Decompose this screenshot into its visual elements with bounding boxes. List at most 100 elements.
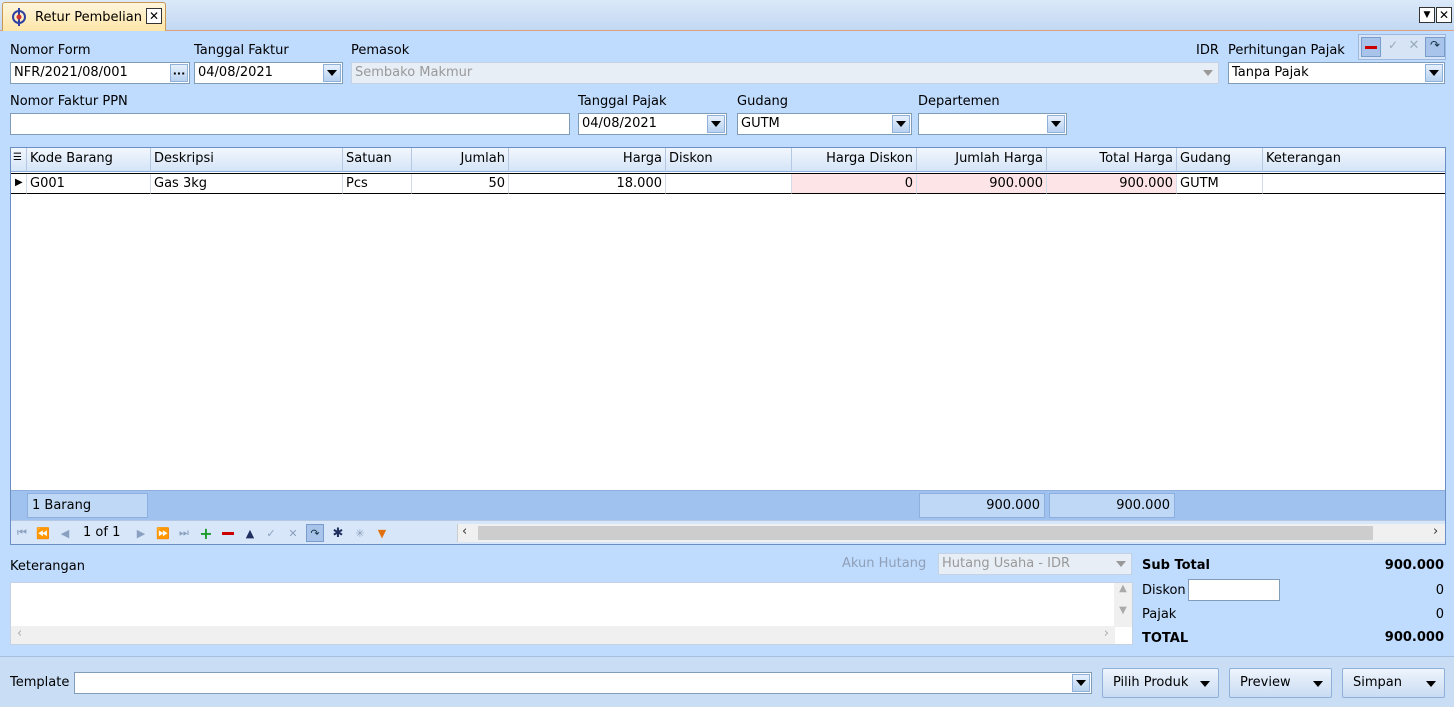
chevron-down-icon[interactable]	[323, 64, 341, 82]
browse-button[interactable]: ···	[170, 64, 188, 82]
app-icon	[12, 8, 26, 26]
chevron-down-icon[interactable]	[1112, 555, 1130, 573]
chevron-down-icon[interactable]	[1199, 64, 1217, 82]
close-window-icon[interactable]: ✕	[1436, 7, 1452, 23]
chevron-down-icon[interactable]	[1072, 674, 1090, 692]
scroll-right-icon[interactable]: ›	[1433, 524, 1438, 539]
col-satuan[interactable]: Satuan	[343, 148, 412, 172]
cancel-row-icon[interactable]: ✕	[284, 524, 302, 542]
refresh-row-icon[interactable]: ↷	[306, 524, 324, 542]
next-page-icon[interactable]: ⏩	[154, 524, 172, 542]
chevron-down-icon[interactable]	[892, 115, 910, 133]
diskon-label: Diskon	[1142, 583, 1186, 598]
chevron-down-icon[interactable]	[1425, 64, 1443, 82]
pilih-produk-button[interactable]: Pilih Produk	[1102, 668, 1219, 698]
chevron-down-icon[interactable]	[707, 115, 725, 133]
first-page-icon[interactable]: ⏮	[13, 524, 31, 542]
template-select[interactable]	[74, 672, 1092, 694]
col-jumlah[interactable]: Jumlah	[412, 148, 509, 172]
tanggal-faktur-label: Tanggal Faktur	[194, 43, 289, 58]
diskon-input[interactable]	[1188, 579, 1280, 601]
cell-total-harga: 900.000	[1047, 174, 1177, 194]
tanggal-faktur-input[interactable]: 04/08/2021	[194, 62, 343, 84]
simpan-label: Simpan	[1353, 675, 1402, 690]
gudang-select[interactable]: GUTM	[737, 113, 912, 135]
scroll-left-icon[interactable]: ‹	[462, 524, 467, 539]
tanggal-pajak-value: 04/08/2021	[582, 116, 657, 131]
close-tab-icon[interactable]: ✕	[146, 8, 162, 24]
chevron-down-icon	[1426, 681, 1436, 687]
sub-total-label: Sub Total	[1142, 558, 1210, 573]
delete-record-icon[interactable]	[1361, 37, 1381, 57]
tanggal-pajak-input[interactable]: 04/08/2021	[578, 113, 727, 135]
next-record-icon[interactable]: ▶	[132, 524, 150, 542]
scrollbar-thumb[interactable]	[478, 526, 1373, 540]
keterangan-textarea[interactable]: ▲ ▼ ‹ ›	[10, 582, 1133, 645]
col-total-harga[interactable]: Total Harga	[1047, 148, 1177, 172]
vertical-scrollbar[interactable]: ▲ ▼	[1114, 583, 1132, 627]
bookmark-icon[interactable]: ▼	[373, 524, 391, 542]
total-label: TOTAL	[1142, 631, 1189, 646]
col-harga-diskon[interactable]: Harga Diskon	[792, 148, 917, 172]
table-row[interactable]: ▶ G001 Gas 3kg Pcs 50 18.000 0 900.000 9…	[11, 173, 1445, 194]
horizontal-scrollbar[interactable]: ‹ ›	[457, 524, 1445, 542]
col-kode-barang[interactable]: Kode Barang	[27, 148, 151, 172]
last-page-icon[interactable]: ⏭	[175, 524, 193, 542]
akun-hutang-select[interactable]: Hutang Usaha - IDR	[938, 553, 1132, 575]
textarea-horizontal-scrollbar[interactable]: ‹ ›	[11, 626, 1115, 644]
gudang-label: Gudang	[737, 94, 789, 109]
cell-jumlah-harga: 900.000	[917, 174, 1047, 194]
perhitungan-pajak-value: Tanpa Pajak	[1232, 65, 1309, 80]
pemasok-select[interactable]: Sembako Makmur	[351, 62, 1219, 84]
col-diskon[interactable]: Diskon	[666, 148, 792, 172]
refresh-icon[interactable]: ↷	[1425, 37, 1445, 57]
cell-deskripsi[interactable]: Gas 3kg	[151, 174, 343, 194]
col-jumlah-harga[interactable]: Jumlah Harga	[917, 148, 1047, 172]
nomor-faktur-ppn-label: Nomor Faktur PPN	[10, 94, 128, 109]
nomor-faktur-ppn-input[interactable]	[10, 113, 570, 135]
nomor-form-input[interactable]: NFR/2021/08/001 ···	[10, 62, 190, 84]
footer-total-harga: 900.000	[1049, 493, 1175, 518]
prev-page-icon[interactable]: ⏪	[34, 524, 52, 542]
preview-button[interactable]: Preview	[1229, 668, 1332, 698]
column-chooser-icon[interactable]: ☰	[11, 148, 27, 172]
tab-retur-pembelian[interactable]: Retur Pembelian ✕	[2, 2, 166, 31]
departemen-label: Departemen	[918, 94, 1000, 109]
tab-title: Retur Pembelian	[35, 10, 142, 25]
confirm-icon[interactable]: ✓	[1383, 38, 1403, 58]
preview-label: Preview	[1240, 675, 1291, 690]
prev-record-icon[interactable]: ◀	[56, 524, 74, 542]
add-row-icon[interactable]: +	[197, 524, 215, 543]
chevron-down-icon[interactable]	[1047, 115, 1065, 133]
col-deskripsi[interactable]: Deskripsi	[151, 148, 343, 172]
cell-satuan[interactable]: Pcs	[343, 174, 412, 194]
pemasok-label: Pemasok	[351, 43, 410, 58]
cell-gudang[interactable]: GUTM	[1177, 174, 1263, 194]
pemasok-value: Sembako Makmur	[355, 65, 473, 80]
delete-row-icon[interactable]	[219, 524, 237, 542]
cell-jumlah[interactable]: 50	[412, 174, 509, 194]
cancel-icon[interactable]: ✕	[1404, 38, 1424, 58]
bottom-bar: Template Pilih Produk Preview Simpan	[0, 656, 1454, 707]
col-harga[interactable]: Harga	[509, 148, 666, 172]
departemen-select[interactable]	[918, 113, 1067, 135]
clear-filter-icon[interactable]: ✳	[351, 524, 369, 542]
simpan-button[interactable]: Simpan	[1342, 668, 1445, 698]
tab-menu-icon[interactable]: ▼	[1419, 7, 1435, 23]
move-up-icon[interactable]: ▲	[241, 524, 259, 542]
filter-icon[interactable]: ✱	[329, 524, 347, 542]
cell-kode[interactable]: G001	[27, 174, 151, 194]
pajak-value: 0	[1435, 607, 1444, 622]
sub-total-value: 900.000	[1384, 558, 1444, 573]
perhitungan-pajak-label: Perhitungan Pajak	[1228, 43, 1345, 58]
pager-text: 1 of 1	[83, 525, 121, 540]
col-gudang[interactable]: Gudang	[1177, 148, 1263, 172]
col-keterangan[interactable]: Keterangan	[1263, 148, 1445, 172]
perhitungan-pajak-select[interactable]: Tanpa Pajak	[1228, 62, 1445, 84]
confirm-row-icon[interactable]: ✓	[262, 524, 280, 542]
cell-diskon[interactable]	[666, 174, 792, 194]
cell-harga[interactable]: 18.000	[509, 174, 666, 194]
tanggal-pajak-label: Tanggal Pajak	[578, 94, 667, 109]
cell-keterangan[interactable]	[1263, 174, 1445, 194]
nomor-form-value: NFR/2021/08/001	[14, 65, 128, 80]
